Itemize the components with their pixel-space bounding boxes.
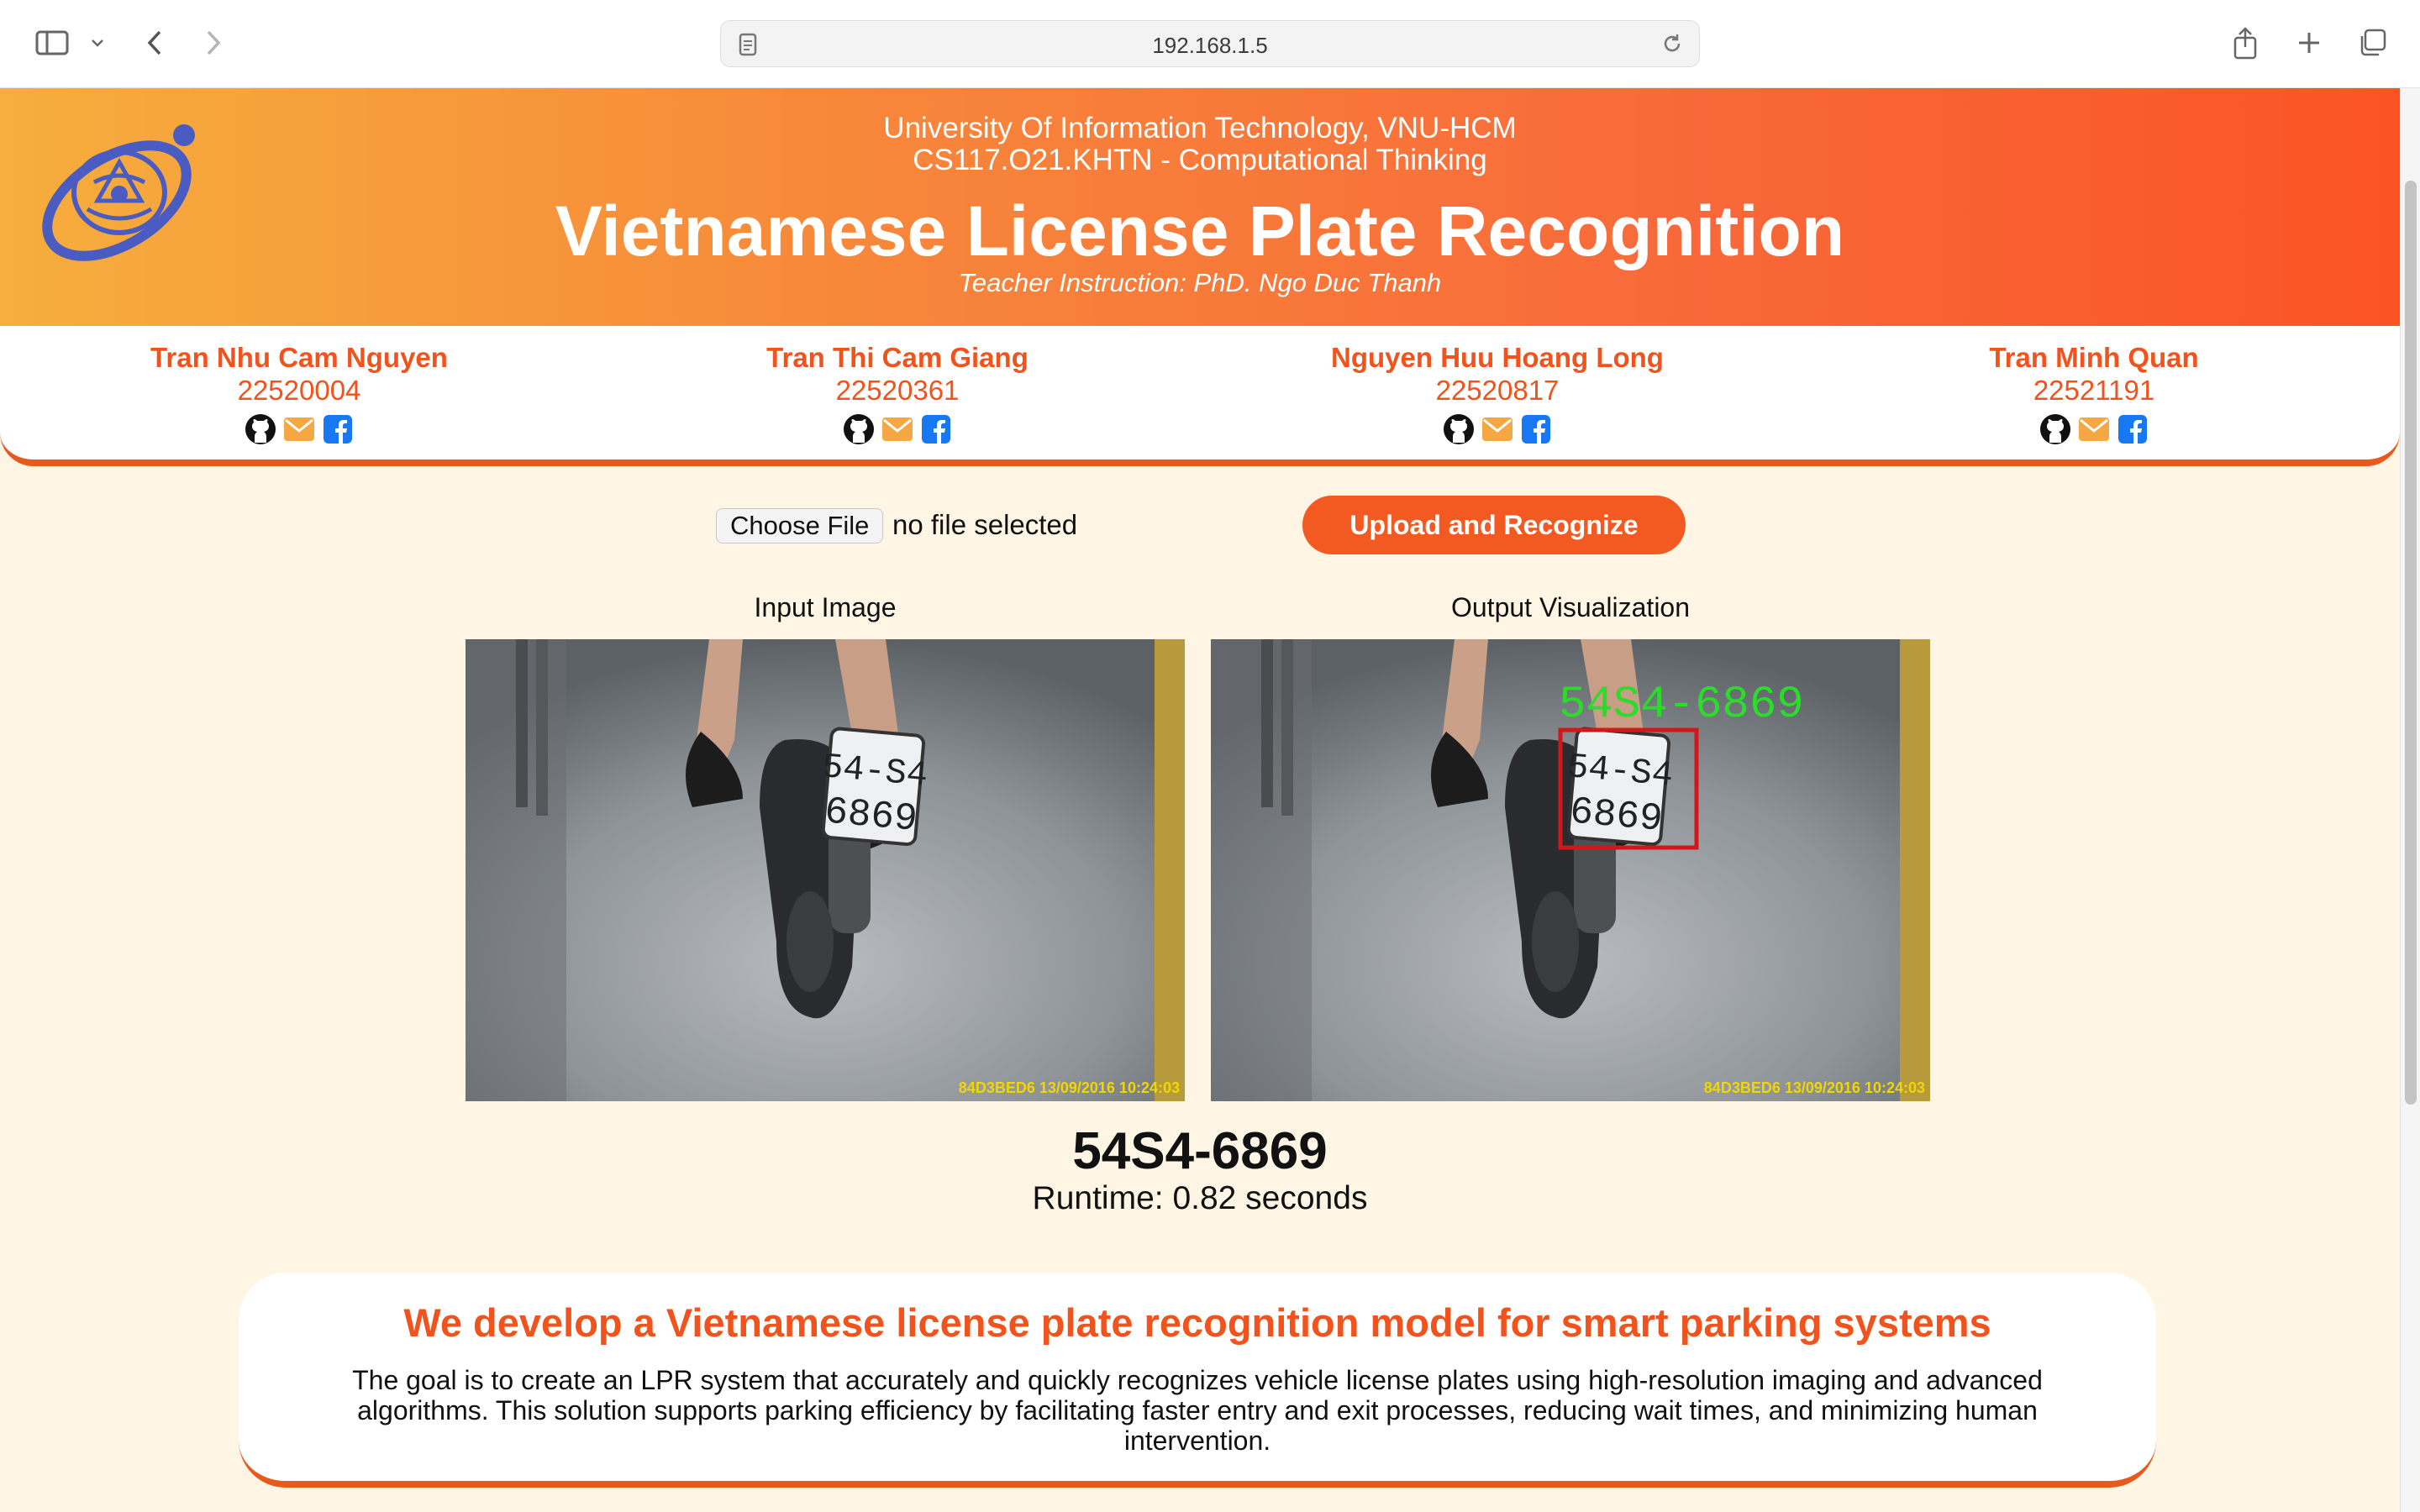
course-name: CS117.O21.KHTN - Computational Thinking bbox=[913, 144, 1487, 176]
member-id: 22520817 bbox=[1435, 375, 1560, 406]
file-status: no file selected bbox=[892, 509, 1078, 540]
team-members: Tran Nhu Cam Nguyen 22520004 Tran Thi Ca… bbox=[0, 326, 2400, 466]
facebook-icon[interactable] bbox=[2117, 413, 2149, 445]
member-name: Tran Minh Quan bbox=[1989, 342, 2199, 373]
member-card: Tran Nhu Cam Nguyen 22520004 bbox=[81, 341, 518, 445]
timestamp-overlay: 84D3BED6 13/09/2016 10:24:03 bbox=[1704, 1079, 1925, 1096]
mail-icon[interactable] bbox=[2078, 413, 2110, 445]
recognized-plate: 54S4-6869 bbox=[1072, 1122, 1328, 1180]
github-icon[interactable] bbox=[2039, 413, 2071, 445]
scrollbar-thumb[interactable] bbox=[2405, 181, 2417, 1105]
chevron-down-icon[interactable] bbox=[87, 24, 108, 62]
member-name: Nguyen Huu Hoang Long bbox=[1331, 342, 1664, 373]
browser-toolbar: 192.168.1.5 bbox=[0, 0, 2420, 88]
mail-icon[interactable] bbox=[1481, 413, 1513, 445]
member-card: Nguyen Huu Hoang Long 22520817 bbox=[1279, 341, 1716, 445]
svg-text:6869: 6869 bbox=[823, 790, 919, 841]
web-page: University Of Information Technology, VN… bbox=[0, 88, 2420, 1512]
output-image: 54-S4 6869 54S4-6869 84D3BED6 13/09/2016… bbox=[1211, 639, 1930, 1101]
input-image-label: Input Image bbox=[754, 592, 897, 622]
choose-file-button[interactable]: Choose File bbox=[716, 508, 884, 543]
university-name: University Of Information Technology, VN… bbox=[883, 112, 1517, 144]
forward-icon[interactable] bbox=[200, 24, 227, 62]
facebook-icon[interactable] bbox=[322, 413, 354, 445]
detected-plate-overlay: 54S4-6869 bbox=[1559, 680, 1804, 731]
member-card: Tran Minh Quan 22521191 bbox=[1876, 341, 2312, 445]
upload-form: Choose File no file selected Upload and … bbox=[0, 496, 2400, 554]
about-text: The goal is to create an LPR system that… bbox=[352, 1365, 2043, 1456]
member-id: 22520004 bbox=[237, 375, 361, 406]
sidebar-toggle-icon[interactable] bbox=[32, 24, 72, 62]
teacher-instruction: Teacher Instruction: PhD. Ngo Duc Thanh bbox=[958, 268, 1442, 297]
member-name: Tran Nhu Cam Nguyen bbox=[150, 342, 448, 373]
output-image-label: Output Visualization bbox=[1450, 592, 1691, 622]
url-text: 192.168.1.5 bbox=[1152, 33, 1268, 58]
site-header: University Of Information Technology, VN… bbox=[0, 88, 2400, 326]
github-icon[interactable] bbox=[245, 413, 276, 445]
member-id: 22521191 bbox=[2033, 375, 2155, 406]
mail-icon[interactable] bbox=[881, 413, 913, 445]
member-card: Tran Thi Cam Giang 22520361 bbox=[679, 341, 1116, 445]
reload-icon[interactable] bbox=[1660, 32, 1684, 60]
back-icon[interactable] bbox=[141, 24, 168, 62]
page-title: Vietnamese License Plate Recognition bbox=[555, 192, 1845, 270]
new-tab-icon[interactable] bbox=[2292, 24, 2326, 62]
timestamp-overlay: 84D3BED6 13/09/2016 10:24:03 bbox=[959, 1079, 1180, 1096]
address-bar[interactable]: 192.168.1.5 bbox=[720, 20, 1700, 67]
facebook-icon[interactable] bbox=[1520, 413, 1552, 445]
input-image: 54-S4 6869 84D3BED6 13/09/2016 10:24:03 bbox=[466, 639, 1185, 1101]
share-icon[interactable] bbox=[2228, 24, 2262, 62]
svg-text:6869: 6869 bbox=[1568, 790, 1665, 841]
mail-icon[interactable] bbox=[283, 413, 315, 445]
github-icon[interactable] bbox=[843, 413, 875, 445]
about-card: We develop a Vietnamese license plate re… bbox=[239, 1273, 2156, 1488]
member-name: Tran Thi Cam Giang bbox=[766, 342, 1028, 373]
tab-overview-icon[interactable] bbox=[2354, 24, 2390, 62]
runtime-text: Runtime: 0.82 seconds bbox=[1032, 1180, 1368, 1216]
about-title: We develop a Vietnamese license plate re… bbox=[403, 1300, 1991, 1345]
upload-recognize-button[interactable]: Upload and Recognize bbox=[1302, 496, 1686, 554]
github-icon[interactable] bbox=[1443, 413, 1475, 445]
member-id: 22520361 bbox=[835, 375, 960, 406]
facebook-icon[interactable] bbox=[920, 413, 952, 445]
